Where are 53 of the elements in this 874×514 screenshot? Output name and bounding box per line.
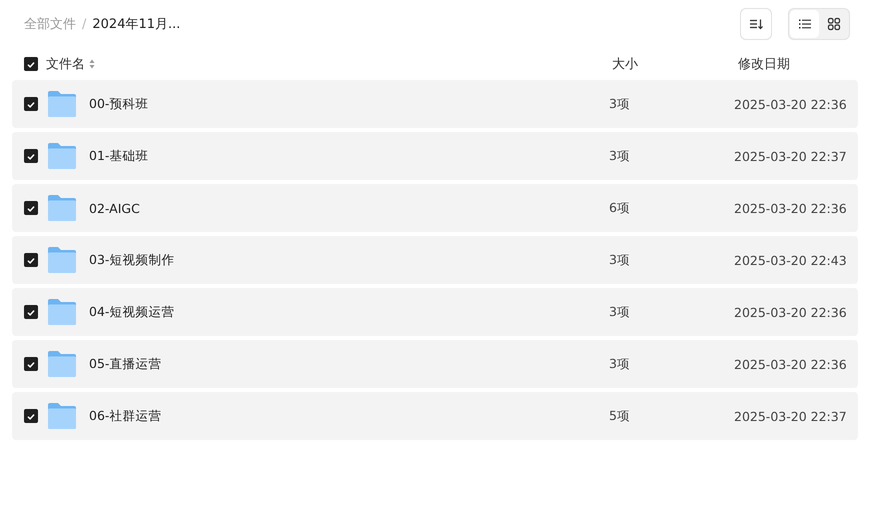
breadcrumb-link[interactable]: 2024年11月... (92, 15, 180, 33)
file-row[interactable]: 00-预科班 3项 2025-03-20 22:36 (12, 80, 858, 128)
file-name[interactable]: 02-AIGC (89, 200, 140, 216)
item-count: 5项 (609, 408, 630, 422)
modified-date: 2025-03-20 22:37 (734, 408, 847, 424)
item-count: 3项 (609, 96, 630, 110)
checkbox[interactable] (24, 149, 38, 163)
modified-date: 2025-03-20 22:36 (734, 200, 847, 216)
file-name[interactable]: 03-短视频制作 (89, 252, 174, 268)
checkbox[interactable] (24, 201, 38, 215)
item-count: 6项 (609, 200, 630, 214)
checkbox[interactable] (24, 409, 38, 423)
checkbox[interactable] (24, 357, 38, 371)
checkbox[interactable] (24, 97, 38, 111)
file-name[interactable]: 00-预科班 (89, 96, 148, 112)
item-count: 3项 (609, 252, 630, 266)
item-count: 3项 (609, 304, 630, 318)
folder-icon (47, 402, 77, 430)
file-row[interactable]: 03-短视频制作 3项 2025-03-20 22:43 (12, 236, 858, 284)
file-row[interactable]: 05-直播运营 3项 2025-03-20 22:36 (12, 340, 858, 388)
folder-icon (47, 350, 77, 378)
checkbox[interactable] (24, 57, 38, 71)
file-row[interactable]: 04-短视频运营 3项 2025-03-20 22:36 (12, 288, 858, 336)
file-name[interactable]: 05-直播运营 (89, 356, 162, 372)
modified-date: 2025-03-20 22:36 (734, 304, 847, 320)
column-header: 修改日期 (738, 57, 790, 72)
file-name[interactable]: 06-社群运营 (89, 408, 162, 424)
modified-date: 2025-03-20 22:37 (734, 148, 847, 164)
folder-icon (47, 246, 77, 274)
checkbox[interactable] (24, 253, 38, 267)
item-count: 3项 (609, 356, 630, 370)
folder-icon (47, 90, 77, 118)
column-header: 大小 (612, 57, 638, 72)
sort-icon[interactable] (749, 17, 763, 31)
modified-date: 2025-03-20 22:43 (734, 252, 847, 268)
list-view-button[interactable] (790, 10, 819, 38)
file-row[interactable]: 01-基础班 3项 2025-03-20 22:37 (12, 132, 858, 180)
folder-icon (47, 142, 77, 170)
file-row[interactable]: 02-AIGC 6项 2025-03-20 22:36 (12, 184, 858, 232)
file-name[interactable]: 01-基础班 (89, 148, 148, 164)
breadcrumb-separator: / (82, 16, 86, 32)
sort-button[interactable] (740, 8, 772, 40)
folder-icon (47, 298, 77, 326)
file-name[interactable]: 04-短视频运营 (89, 304, 174, 320)
column-header[interactable]: 文件名 (46, 55, 85, 73)
item-count: 3项 (609, 148, 630, 162)
modified-date: 2025-03-20 22:36 (734, 96, 847, 112)
modified-date: 2025-03-20 22:36 (734, 356, 847, 372)
list-icon[interactable] (798, 17, 812, 31)
checkbox[interactable] (24, 305, 38, 319)
folder-icon (47, 194, 77, 222)
file-row[interactable]: 06-社群运营 5项 2025-03-20 22:37 (12, 392, 858, 440)
grid-icon[interactable] (826, 17, 840, 31)
